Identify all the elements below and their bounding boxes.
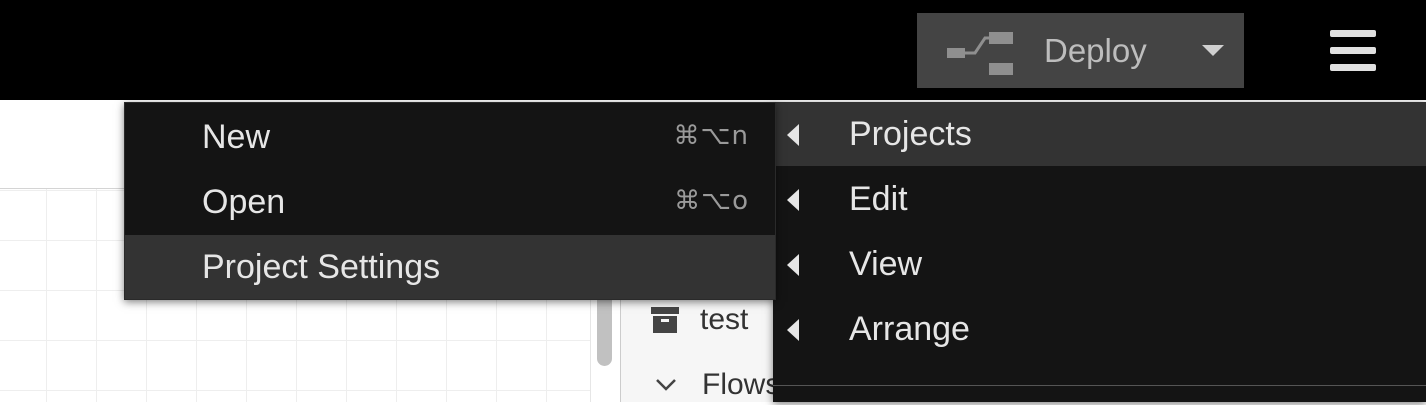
- main-menu-button[interactable]: [1330, 30, 1376, 71]
- submenu-item-label: New: [202, 118, 271, 156]
- menu-item-arrange[interactable]: Arrange: [773, 297, 1426, 361]
- menu-item-projects[interactable]: Projects: [773, 102, 1426, 166]
- menu-item-label: Projects: [849, 115, 972, 153]
- sidebar-item-test[interactable]: test: [650, 300, 748, 340]
- deploy-button[interactable]: Deploy: [917, 13, 1244, 88]
- submenu-arrow-icon: [787, 124, 799, 146]
- menu-item-label: Edit: [849, 180, 908, 218]
- flows-label: Flows: [702, 368, 781, 401]
- canvas-scrollbar-thumb[interactable]: [597, 292, 612, 366]
- deploy-dropdown-caret-icon[interactable]: [1202, 45, 1224, 56]
- keyboard-shortcut: ⌘⌥o: [674, 186, 749, 216]
- hamburger-line-icon: [1330, 47, 1376, 54]
- submenu-item-project-settings[interactable]: Project Settings: [125, 235, 775, 299]
- deploy-flow-icon: [947, 32, 1013, 75]
- submenu-item-open[interactable]: Open ⌘⌥o: [125, 170, 775, 234]
- hamburger-line-icon: [1330, 30, 1376, 37]
- projects-submenu: New ⌘⌥n Open ⌘⌥o Project Settings: [124, 102, 776, 300]
- archive-box-icon: [651, 307, 679, 333]
- hamburger-line-icon: [1330, 64, 1376, 71]
- deploy-label: Deploy: [1044, 32, 1147, 69]
- sidebar-item-label: test: [700, 303, 749, 336]
- submenu-arrow-icon: [787, 189, 799, 211]
- keyboard-shortcut: ⌘⌥n: [673, 121, 749, 151]
- submenu-item-label: Open: [202, 183, 286, 221]
- submenu-item-label: Project Settings: [202, 248, 441, 286]
- menu-item-label: View: [849, 245, 923, 283]
- submenu-arrow-icon: [787, 254, 799, 276]
- submenu-arrow-icon: [787, 319, 799, 341]
- menu-divider: [773, 385, 1426, 386]
- sidebar-flows-section[interactable]: Flows: [655, 365, 780, 405]
- menu-item-label: Arrange: [849, 310, 970, 348]
- chevron-down-icon: [656, 379, 676, 391]
- menu-item-edit[interactable]: Edit: [773, 167, 1426, 231]
- header-bar: Deploy: [0, 0, 1426, 100]
- main-dropdown-menu: Projects Edit View Arrange: [773, 102, 1426, 402]
- submenu-item-new[interactable]: New ⌘⌥n: [125, 105, 775, 169]
- menu-item-view[interactable]: View: [773, 232, 1426, 296]
